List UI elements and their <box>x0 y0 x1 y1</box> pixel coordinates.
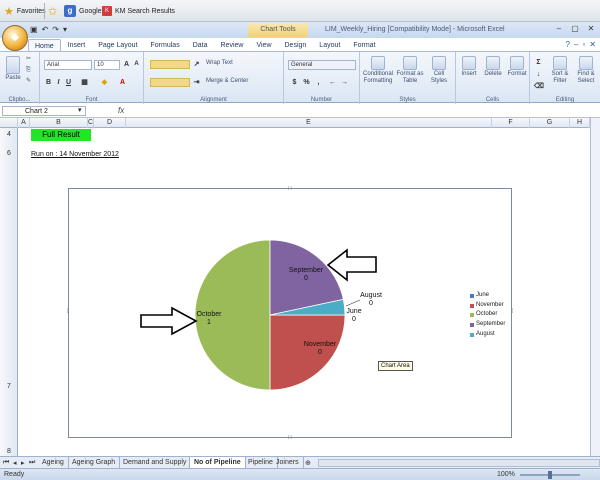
data-label-value: 1 <box>207 319 211 326</box>
legend-item-june: June <box>470 291 505 301</box>
sheet-tab-ageing-graph[interactable]: Ageing Graph <box>68 457 121 468</box>
prev-sheet-icon[interactable]: ◂ <box>13 459 17 467</box>
september-annotation-arrow-icon <box>326 248 377 282</box>
legend-swatch <box>470 293 474 298</box>
pie-chart[interactable]: September0August0June0November0October1 <box>0 0 600 480</box>
data-label-name: November <box>304 341 337 348</box>
insert-sheet-icon[interactable]: ⊕ <box>305 459 311 467</box>
legend-item-august: August <box>470 330 505 340</box>
legend-label: August <box>476 330 495 337</box>
status-bar: Ready 100% <box>0 468 600 480</box>
data-label-name: September <box>289 267 324 274</box>
legend-label: November <box>476 301 504 308</box>
legend-item-september: September <box>470 320 505 330</box>
next-sheet-icon[interactable]: ▸ <box>21 459 25 467</box>
sheet-tab-demand-supply[interactable]: Demand and Supply <box>119 457 192 468</box>
legend-label: September <box>476 321 506 328</box>
legend-item-november: November <box>470 301 505 311</box>
office-logo-icon: ❖ <box>10 32 20 44</box>
status-ready: Ready <box>4 471 25 478</box>
office-button[interactable]: ❖ <box>2 25 28 51</box>
data-label-name: October <box>197 311 223 318</box>
chart-legend[interactable]: June November October September August <box>470 291 505 340</box>
data-label-value: 0 <box>318 349 322 356</box>
october-annotation-arrow-icon <box>140 306 198 336</box>
sheet-tab-no-of-pipeline[interactable]: No of Pipeline <box>189 457 246 468</box>
zoom-level[interactable]: 100% <box>497 471 515 478</box>
sheet-tab-ageing[interactable]: Ageing <box>38 457 69 468</box>
chart-area-tooltip: Chart Area <box>378 361 413 371</box>
first-sheet-icon[interactable]: ⏮ <box>3 459 9 467</box>
legend-label: June <box>476 292 490 298</box>
sheet-tab-joiners[interactable]: Joiners <box>272 457 304 468</box>
last-sheet-icon[interactable]: ⏭ <box>29 459 35 467</box>
data-label-name: August <box>360 292 382 299</box>
legend-item-october: October <box>470 310 505 320</box>
august-leader-line <box>345 299 361 307</box>
legend-swatch <box>470 313 474 318</box>
data-label-name: June <box>346 308 361 315</box>
zoom-slider-knob[interactable] <box>548 471 552 479</box>
data-label-value: 0 <box>304 275 308 282</box>
data-label-value: 0 <box>352 316 356 323</box>
legend-swatch <box>470 332 474 337</box>
legend-label: October <box>476 311 498 318</box>
pie-slice-november[interactable] <box>269 314 346 391</box>
legend-swatch <box>470 322 474 327</box>
legend-swatch <box>470 303 474 308</box>
horizontal-scrollbar[interactable] <box>318 459 600 467</box>
data-label-value: 0 <box>369 300 373 307</box>
sheet-tab-bar: ⏮ ◂ ▸ ⏭ Ageing Ageing Graph Demand and S… <box>0 456 600 468</box>
vertical-scrollbar[interactable] <box>590 118 600 456</box>
